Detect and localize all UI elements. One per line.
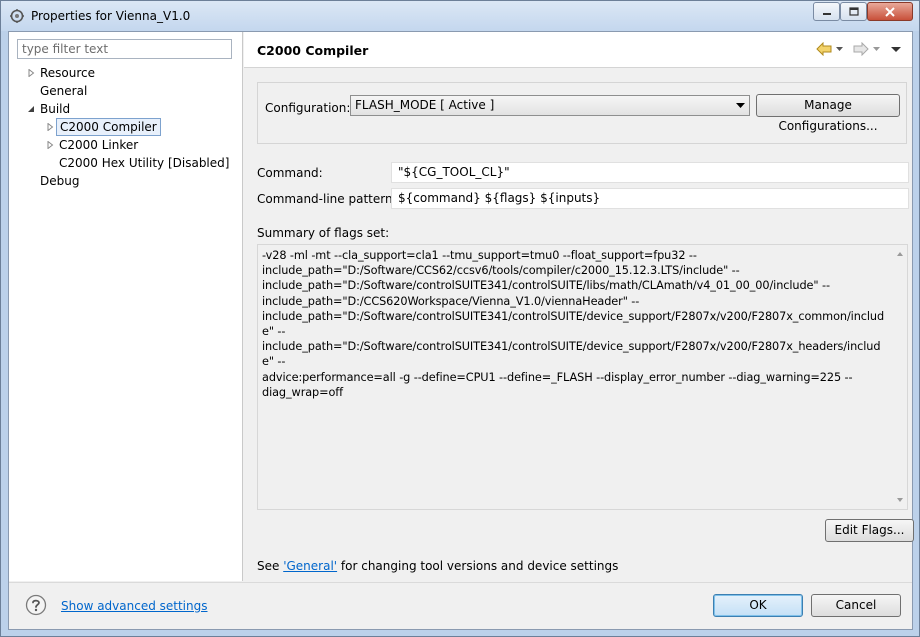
expanded-arrow-icon[interactable] [27, 105, 35, 113]
back-history-dropdown-icon[interactable] [835, 45, 844, 53]
page-title: C2000 Compiler [257, 43, 369, 58]
configuration-select[interactable]: FLASH_MODE [ Active ] [350, 95, 750, 116]
edit-flags-button[interactable]: Edit Flags... [825, 519, 914, 542]
tree-item-label: C2000 Hex Utility [Disabled] [59, 156, 230, 170]
tree-item-label: Resource [40, 66, 96, 80]
forward-arrow-icon[interactable] [853, 42, 869, 56]
title-bar[interactable]: Properties for Vienna_V1.0 [1, 1, 919, 31]
general-settings-note: See 'General' for changing tool versions… [257, 559, 618, 573]
summary-label: Summary of flags set: [257, 226, 390, 240]
scroll-down-icon[interactable] [893, 493, 907, 507]
close-icon [885, 6, 895, 17]
note-prefix: See [257, 559, 284, 573]
collapsed-arrow-icon[interactable] [27, 69, 35, 77]
page-navigation [816, 42, 902, 56]
command-line-pattern-label: Command-line pattern: [257, 192, 397, 206]
tree-item[interactable]: Build [9, 100, 242, 118]
dialog-client: ResourceGeneralBuildC2000 CompilerC2000 … [8, 31, 914, 630]
tree-item-label: C2000 Linker [59, 138, 139, 152]
navigation-pane: Resource General Build C2000 Compiler C2000 … [9, 32, 243, 581]
show-advanced-settings-link[interactable]: Show advanced settings [61, 599, 208, 613]
manage-configurations-button[interactable]: Manage Configurations... [756, 94, 900, 133]
summary-of-flags-text: -v28 -ml -mt --cla_support=cla1 --tmu_su… [262, 249, 885, 399]
configuration-value: FLASH_MODE [ Active ] [355, 98, 495, 112]
app-icon [10, 9, 24, 23]
command-line-pattern-field[interactable]: ${command} ${flags} ${inputs} [391, 188, 909, 209]
tree-item-label: Debug [40, 174, 80, 188]
chevron-down-icon [736, 103, 745, 108]
page-header: C2000 Compiler [244, 32, 912, 68]
configuration-group: Configuration: FLASH_MODE [ Active ] Man… [257, 82, 907, 144]
tree-item-label: C2000 Compiler [56, 118, 161, 136]
collapsed-arrow-icon[interactable] [46, 141, 54, 149]
tree-item-label: Build [40, 102, 71, 116]
view-menu-icon[interactable] [890, 45, 902, 53]
command-field[interactable]: "${CG_TOOL_CL}" [391, 162, 909, 183]
close-window-button[interactable] [867, 2, 913, 21]
minimize-icon [822, 12, 831, 15]
tree-item[interactable]: C2000 Hex Utility [Disabled] [9, 154, 242, 172]
collapsed-arrow-icon[interactable] [46, 123, 54, 131]
dialog-button-bar: Show advanced settings OK Cancel [9, 582, 912, 629]
command-label: Command: [257, 166, 323, 180]
property-page: C2000 Compiler Configuration: FLASH_MODE… [244, 32, 914, 581]
filter-input[interactable] [17, 39, 232, 59]
summary-of-flags-area[interactable]: -v28 -ml -mt --cla_support=cla1 --tmu_su… [257, 244, 908, 510]
maximize-icon [848, 7, 859, 16]
forward-history-dropdown-icon[interactable] [872, 45, 881, 53]
configuration-label: Configuration: [265, 101, 351, 115]
tree-item[interactable]: General [9, 82, 242, 100]
window-title: Properties for Vienna_V1.0 [31, 9, 191, 23]
tree-item[interactable]: Debug [9, 172, 242, 190]
properties-window: Properties for Vienna_V1.0 Resource Gener… [0, 0, 920, 637]
tree-item[interactable]: Resource [9, 64, 242, 82]
maximize-button[interactable] [840, 2, 867, 21]
help-icon[interactable] [25, 594, 47, 616]
property-tree: Resource General Build C2000 Compiler C2000 … [9, 64, 242, 190]
summary-scrollbar[interactable] [893, 245, 907, 509]
scroll-up-icon[interactable] [893, 247, 907, 261]
tree-item[interactable]: C2000 Linker [9, 136, 242, 154]
cancel-button[interactable]: Cancel [811, 594, 901, 617]
general-link[interactable]: 'General' [283, 559, 337, 573]
minimize-button[interactable] [813, 2, 840, 21]
tree-item[interactable]: C2000 Compiler [9, 118, 242, 136]
note-suffix: for changing tool versions and device se… [337, 559, 619, 573]
ok-button[interactable]: OK [713, 594, 803, 617]
back-arrow-icon[interactable] [816, 42, 832, 56]
tree-item-label: General [40, 84, 88, 98]
